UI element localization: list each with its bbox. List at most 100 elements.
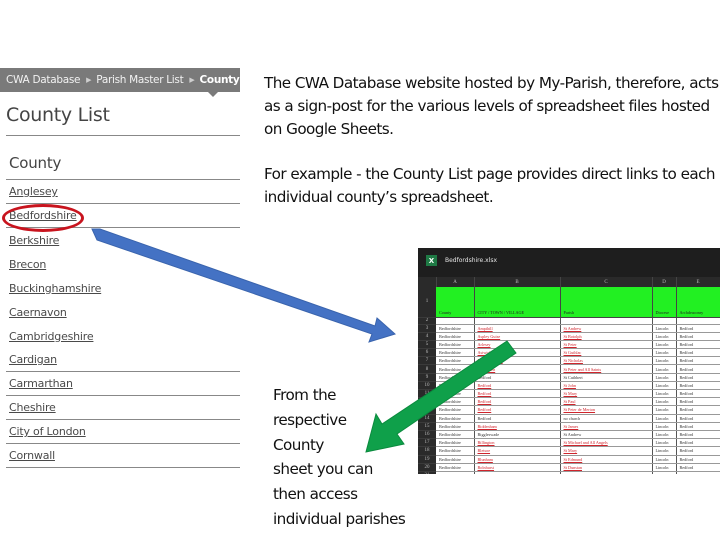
table-cell[interactable]: Lincoln [652, 438, 677, 448]
cell-link[interactable]: Billington [474, 438, 561, 448]
table-cell[interactable]: Lincoln [652, 405, 677, 415]
cell-link[interactable]: St James [560, 422, 653, 431]
row-number[interactable]: 6 [418, 348, 436, 358]
table-cell[interactable]: Lincoln [652, 471, 677, 474]
cell-link[interactable]: Bolnhurst [474, 463, 561, 472]
table-cell[interactable]: Bedford [676, 373, 720, 382]
cell-link[interactable]: Bedford [474, 389, 561, 399]
row-number[interactable]: 8 [418, 364, 436, 374]
table-cell[interactable]: Lincoln [652, 340, 677, 350]
table-cell[interactable]: Lincoln [652, 422, 677, 431]
header-cell[interactable]: Parish [560, 287, 653, 318]
table-cell[interactable]: Bedfordshire [436, 356, 475, 366]
table-cell[interactable]: Lincoln [652, 332, 677, 341]
table-cell[interactable]: Bedford [676, 430, 720, 440]
table-cell[interactable]: Bedford [676, 471, 720, 474]
header-cell[interactable]: Diocese [652, 287, 677, 318]
table-cell[interactable]: Bedford [676, 438, 720, 448]
table-cell[interactable]: Bedford [676, 356, 720, 366]
row-number[interactable]: 3 [418, 324, 436, 333]
cell-link[interactable]: St Andrew [560, 324, 653, 333]
table-cell[interactable]: Lincoln [652, 389, 677, 399]
table-cell[interactable]: Bedford [676, 405, 720, 415]
table-cell[interactable]: Lincoln [652, 446, 677, 456]
row-number[interactable]: 9 [418, 373, 436, 382]
cell-link[interactable]: Arlesey [474, 340, 561, 350]
header-cell[interactable]: CITY / TOWN / VILLAGE [474, 287, 561, 318]
cell-link[interactable]: St Paul [560, 397, 653, 407]
column-header-d[interactable]: D [652, 277, 677, 287]
table-cell[interactable]: Lincoln [652, 364, 677, 374]
cell-link[interactable]: St Michael and All Angels [560, 438, 653, 448]
county-link-brecon[interactable]: Brecon [9, 258, 46, 271]
row-number[interactable]: 4 [418, 332, 436, 341]
table-cell[interactable]: Lincoln [652, 414, 677, 423]
cell-link[interactable]: Aspley Guise [474, 332, 561, 341]
cell-link[interactable]: Biddenham [474, 422, 561, 431]
column-header-e[interactable]: E [676, 277, 720, 287]
county-link-cardigan[interactable]: Cardigan [9, 353, 57, 366]
row-number[interactable]: 2 [418, 317, 436, 325]
cell-link[interactable]: Bedford [474, 381, 561, 391]
cell-link[interactable]: St Peter [560, 340, 653, 350]
county-link-berkshire[interactable]: Berkshire [9, 234, 59, 247]
county-link-cambridgeshire[interactable]: Cambridgeshire [9, 330, 94, 343]
table-cell[interactable]: Bedford [676, 389, 720, 399]
table-cell[interactable]: Bedford [474, 414, 561, 423]
header-cell[interactable]: County [436, 287, 475, 318]
cell-link[interactable]: St Peter and All Saints [560, 364, 653, 374]
header-cell[interactable]: Archdeaconry [676, 287, 720, 318]
cell-link[interactable]: Barton-le-Clay [474, 356, 561, 366]
table-cell[interactable]: St Andrew [560, 430, 653, 440]
table-cell[interactable]: Biggleswade [474, 430, 561, 440]
county-link-city-of-london[interactable]: City of London [9, 425, 86, 438]
table-cell[interactable]: Bedford [676, 446, 720, 456]
cell-link[interactable]: Astwick [474, 348, 561, 358]
table-cell[interactable]: Bedford [676, 348, 720, 358]
table-cell[interactable]: Bedford [676, 414, 720, 423]
cell-link[interactable]: Bletsoe [474, 446, 561, 456]
county-link-cheshire[interactable]: Cheshire [9, 401, 56, 414]
table-cell[interactable]: Lincoln [652, 430, 677, 440]
table-cell[interactable]: Bedford [676, 364, 720, 374]
row-number[interactable]: 1 [418, 287, 436, 318]
cell-link[interactable]: Bedford [474, 405, 561, 415]
county-link-anglesey[interactable]: Anglesey [9, 185, 58, 198]
county-link-carmarthan[interactable]: Carmarthan [9, 377, 73, 390]
row-number[interactable]: 7 [418, 356, 436, 366]
table-cell[interactable]: Lincoln [652, 324, 677, 333]
table-cell[interactable]: Lincoln [652, 455, 677, 464]
cell-link[interactable]: St Botolph [560, 332, 653, 341]
table-cell[interactable]: Bedford [676, 340, 720, 350]
cell-link[interactable]: St Owen [560, 471, 653, 474]
table-cell[interactable]: Bedfordshire [436, 324, 475, 333]
cell-link[interactable]: St Nicholas [560, 356, 653, 366]
column-header-b[interactable]: B [474, 277, 561, 287]
row-number[interactable]: 5 [418, 340, 436, 350]
cell-link[interactable]: St Dunstan [560, 463, 653, 472]
breadcrumb-parish-master-list[interactable]: Parish Master List [96, 74, 183, 86]
table-cell[interactable]: Bedfordshire [436, 364, 475, 374]
corner-cell[interactable] [418, 277, 437, 287]
cell-link[interactable]: St Mary [560, 389, 653, 399]
table-cell[interactable]: Lincoln [652, 463, 677, 472]
table-cell[interactable]: Lincoln [652, 381, 677, 391]
cell-link[interactable]: Battlesden [474, 364, 561, 374]
table-cell[interactable]: St Cuthbert [560, 373, 653, 382]
table-cell[interactable]: Lincoln [652, 397, 677, 407]
table-cell[interactable]: Bedfordshire [436, 340, 475, 350]
table-cell[interactable]: Bedfordshire [436, 373, 475, 382]
table-cell[interactable]: Bedfordshire [436, 332, 475, 341]
table-cell[interactable]: Bedford [474, 373, 561, 382]
table-cell[interactable]: Bedford [676, 422, 720, 431]
breadcrumb-county-list[interactable]: County List [200, 74, 264, 86]
table-cell[interactable]: Lincoln [652, 373, 677, 382]
cell-link[interactable]: St John [560, 381, 653, 391]
cell-link[interactable]: Ampthill [474, 324, 561, 333]
table-cell[interactable]: Bedford [676, 381, 720, 391]
table-cell[interactable]: Bedford [676, 455, 720, 464]
breadcrumb-cwa-database[interactable]: CWA Database [6, 74, 80, 86]
table-cell[interactable]: Bedford [676, 332, 720, 341]
table-cell[interactable]: Bedford [676, 463, 720, 472]
table-cell[interactable]: no church [560, 414, 653, 423]
